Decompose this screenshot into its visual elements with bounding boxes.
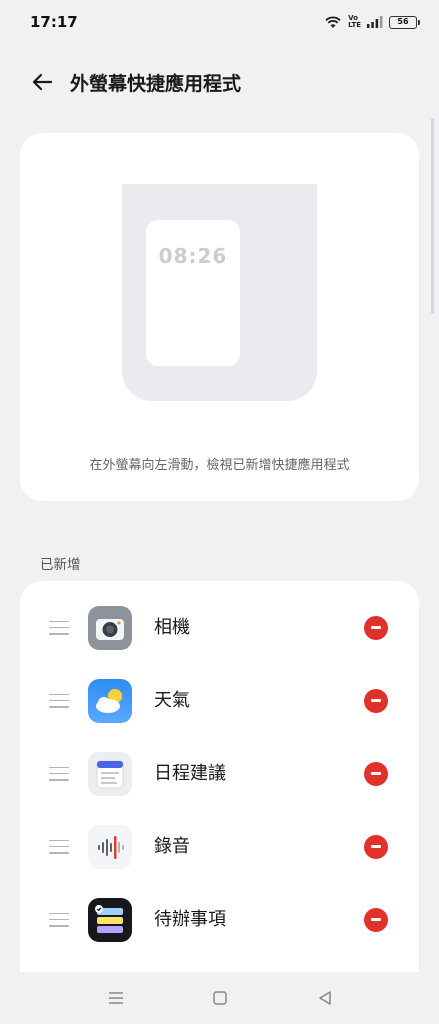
recorder-app-icon: [88, 824, 132, 869]
page-title: 外螢幕快捷應用程式: [70, 72, 242, 95]
drag-handle-icon[interactable]: [49, 766, 69, 781]
remove-button[interactable]: [364, 761, 388, 786]
status-time: 17:17: [30, 13, 78, 31]
drag-handle-icon[interactable]: [49, 693, 69, 708]
app-name: 相機: [154, 616, 190, 638]
list-item: 日程建議: [20, 737, 419, 810]
cover-screen-frame: 08:26: [122, 184, 317, 401]
wifi-icon: [325, 16, 341, 28]
app-name: 待辦事項: [154, 908, 226, 930]
app-name: 日程建議: [154, 762, 226, 784]
preview-hint: 在外螢幕向左滑動，檢視已新增快捷應用程式: [89, 458, 350, 473]
header: 外螢幕快捷應用程式: [0, 56, 439, 108]
list-item: 錄音: [20, 810, 419, 883]
status-icons: Vo LTE 56: [324, 14, 420, 29]
mini-screen: 08:26: [146, 220, 240, 366]
remove-button[interactable]: [364, 834, 388, 859]
drag-handle-icon[interactable]: [49, 912, 69, 927]
drag-handle-icon[interactable]: [49, 839, 69, 854]
list-item: 相機: [20, 591, 419, 664]
camera-app-icon: [88, 605, 132, 650]
cover-screen-preview: 08:26 在外螢幕向左滑動，檢視已新增快捷應用程式: [20, 133, 419, 501]
list-item: 待辦事項: [20, 883, 419, 956]
drag-handle-icon[interactable]: [49, 620, 69, 635]
weather-app-icon: [88, 678, 132, 723]
remove-button[interactable]: [364, 615, 388, 640]
menu-icon: [109, 992, 123, 1004]
arrow-left-icon: [32, 73, 53, 91]
back-button[interactable]: [22, 62, 62, 102]
menu-button[interactable]: [104, 986, 128, 1010]
added-apps-list: 相機 天氣 日程建議 錄音 待辦事項: [20, 581, 419, 981]
calendar-app-icon: [88, 751, 132, 796]
back-nav-button[interactable]: [313, 986, 337, 1010]
app-name: 錄音: [154, 835, 190, 857]
back-icon: [319, 991, 331, 1005]
section-label-added: 已新增: [40, 557, 81, 573]
home-button[interactable]: [208, 986, 232, 1010]
remove-button[interactable]: [364, 688, 388, 713]
remove-button[interactable]: [364, 907, 388, 932]
app-name: 天氣: [154, 689, 190, 711]
todo-app-icon: [88, 897, 132, 942]
preview-clock: 08:26: [158, 244, 228, 268]
home-icon: [213, 991, 227, 1005]
list-item: 天氣: [20, 664, 419, 737]
navigation-bar: [0, 972, 439, 1024]
battery-icon: 56: [389, 15, 420, 29]
volte-icon: Vo LTE: [348, 14, 361, 29]
signal-icon: [367, 16, 383, 28]
scrollbar[interactable]: [431, 118, 434, 314]
status-bar: 17:17 Vo LTE 56: [0, 0, 439, 44]
